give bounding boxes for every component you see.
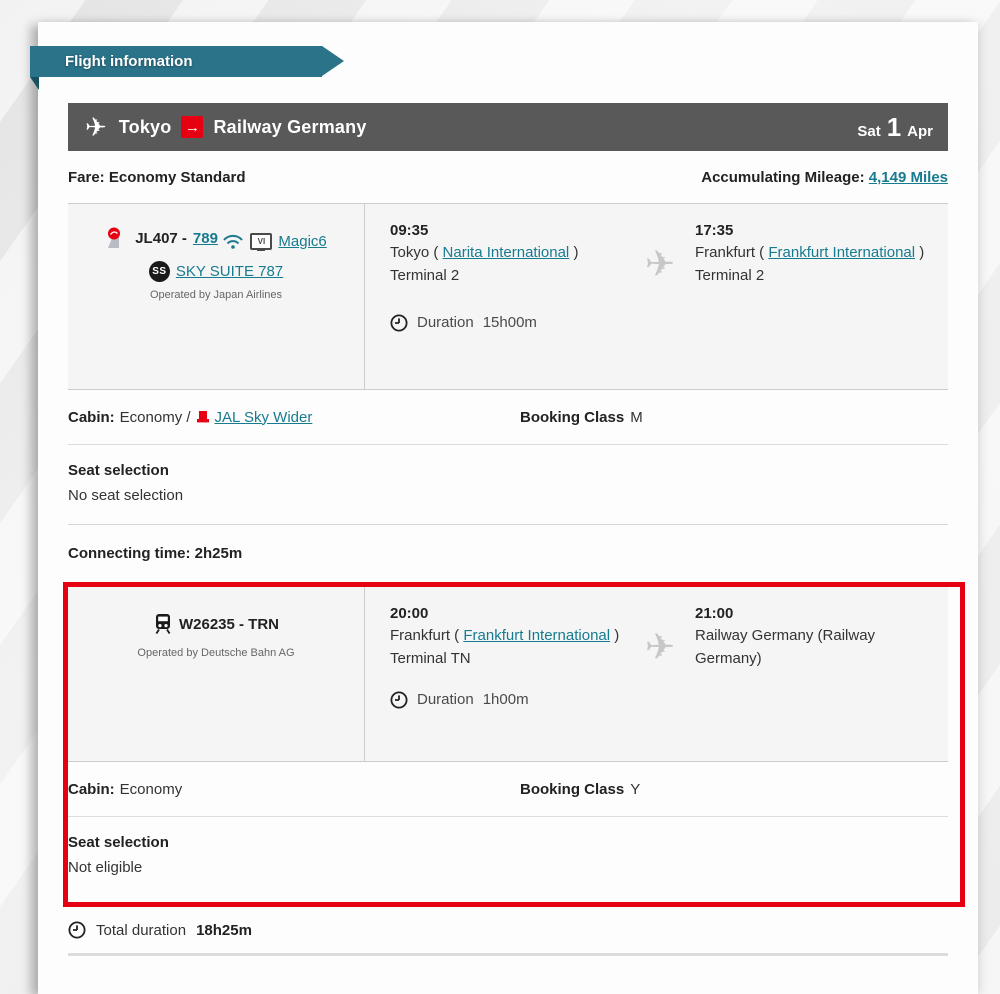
seat-icon xyxy=(196,410,210,424)
segment-train-details: W26235 - TRN Operated by Deutsche Bahn A… xyxy=(68,587,365,761)
seat-selection-value: Not eligible xyxy=(68,859,948,876)
section-title: Flight information xyxy=(65,53,192,70)
arrival-close-paren: ) xyxy=(919,244,924,261)
cabin-row: Cabin: Economy / JAL Sky Wider Booking C… xyxy=(68,390,948,445)
origin-city: Tokyo xyxy=(119,117,172,138)
mileage-info: Accumulating Mileage: 4,149 Miles xyxy=(701,169,948,186)
departure-airport-link[interactable]: Narita International xyxy=(443,244,570,261)
arrival-time: 21:00 xyxy=(695,605,944,622)
seat-selection-label: Seat selection xyxy=(68,462,948,479)
total-duration-value: 18h25m xyxy=(196,922,252,939)
train-icon xyxy=(153,613,173,635)
fare-row: Fare: Economy Standard Accumulating Mile… xyxy=(68,151,948,203)
date-number: 1 xyxy=(887,112,901,143)
section-ribbon: Flight information xyxy=(30,46,322,77)
duration-label: Duration xyxy=(417,314,474,331)
mileage-link[interactable]: 4,149 Miles xyxy=(869,169,948,186)
arrival-terminal: Terminal 2 xyxy=(695,264,944,287)
cabin-label: Cabin: xyxy=(68,781,115,798)
flight-date: Sat 1 Apr xyxy=(857,112,933,143)
arrival-city: Frankfurt ( xyxy=(695,244,764,261)
departure-close-paren: ) xyxy=(614,627,619,644)
departure-city: Tokyo ( xyxy=(390,244,438,261)
duration-value: 15h00m xyxy=(483,314,537,331)
segment-train: W26235 - TRN Operated by Deutsche Bahn A… xyxy=(68,587,948,762)
operated-by: Operated by Japan Airlines xyxy=(76,289,356,301)
operated-by: Operated by Deutsche Bahn AG xyxy=(76,647,356,659)
cabin-value: Economy / xyxy=(120,409,191,426)
flight-number: JL407 - xyxy=(135,230,187,247)
highlighted-segment-box: W26235 - TRN Operated by Deutsche Bahn A… xyxy=(63,582,965,907)
segment-arrival: 17:35 Frankfurt ( Frankfurt Internationa… xyxy=(695,204,948,389)
fare-label: Fare: Economy Standard xyxy=(68,169,246,186)
aircraft-type-link[interactable]: 789 xyxy=(193,230,218,247)
route-header-bar: ✈ Tokyo → Railway Germany Sat 1 Apr xyxy=(68,103,948,151)
train-number: W26235 - TRN xyxy=(179,616,279,633)
booking-class-label: Booking Class xyxy=(520,409,624,426)
transfer-plane-icon: ✈ xyxy=(645,629,675,761)
arrival-time: 17:35 xyxy=(695,222,944,239)
booking-class-value: M xyxy=(630,409,643,426)
seat-selection-row: Seat selection No seat selection xyxy=(68,445,948,525)
clock-icon xyxy=(390,691,408,709)
connecting-time-row: Connecting time: 2h25m xyxy=(68,525,948,582)
cabin-label: Cabin: xyxy=(68,409,115,426)
segment-flight: JL407 - 789 VI Magic6 SS SKY SUITE 787 xyxy=(68,203,948,390)
booking-class-label: Booking Class xyxy=(520,781,624,798)
cabin-row: Cabin: Economy Booking Class Y xyxy=(68,762,948,817)
destination-city: Railway Germany xyxy=(213,117,366,138)
segment-departure: 09:35 Tokyo ( Narita International ) Ter… xyxy=(365,204,625,389)
departure-airport-link[interactable]: Frankfurt International xyxy=(463,627,610,644)
clock-icon xyxy=(390,314,408,332)
arrival-city: Railway Germany (Railway Germany) xyxy=(695,624,933,671)
booking-class-value: Y xyxy=(630,781,640,798)
clock-icon xyxy=(68,921,86,939)
ribbon-arrow-tip xyxy=(322,46,344,76)
video-monitor-icon: VI xyxy=(250,233,272,250)
duration-label: Duration xyxy=(417,691,474,708)
connecting-time-label: Connecting time: 2h25m xyxy=(68,545,242,562)
departure-time: 20:00 xyxy=(390,605,625,622)
duration-value: 1h00m xyxy=(483,691,529,708)
departure-time: 09:35 xyxy=(390,222,625,239)
segment-flight-details: JL407 - 789 VI Magic6 SS SKY SUITE 787 xyxy=(68,204,365,389)
transfer-plane-icon: ✈ xyxy=(645,246,675,389)
entertainment-link[interactable]: Magic6 xyxy=(278,233,326,250)
segment-departure: 20:00 Frankfurt ( Frankfurt Internationa… xyxy=(365,587,625,761)
departure-city: Frankfurt ( xyxy=(390,627,459,644)
route-arrow-icon: → xyxy=(181,116,203,138)
seat-selection-value: No seat selection xyxy=(68,487,948,504)
cabin-value: Economy xyxy=(120,781,183,798)
plane-icon: ✈ xyxy=(85,112,107,143)
arrival-airport-link[interactable]: Frankfurt International xyxy=(768,244,915,261)
total-duration-row: Total duration 18h25m xyxy=(68,907,948,956)
seat-selection-label: Seat selection xyxy=(68,834,948,851)
total-duration-label: Total duration xyxy=(96,922,186,939)
sky-suite-badge-icon: SS xyxy=(149,261,170,282)
flight-information-card: Flight information ✈ Tokyo → Railway Ger… xyxy=(38,22,978,994)
departure-terminal: Terminal 2 xyxy=(390,264,625,287)
departure-close-paren: ) xyxy=(573,244,578,261)
sky-suite-link[interactable]: SKY SUITE 787 xyxy=(176,263,283,280)
segment-arrival: 21:00 Railway Germany (Railway Germany) xyxy=(695,587,948,761)
date-weekday: Sat xyxy=(857,123,880,140)
jal-tail-logo-icon xyxy=(105,226,129,250)
seat-selection-row: Seat selection Not eligible xyxy=(68,817,948,902)
wifi-icon xyxy=(222,233,244,250)
departure-terminal: Terminal TN xyxy=(390,647,625,670)
date-month: Apr xyxy=(907,123,933,140)
mileage-label: Accumulating Mileage: xyxy=(701,169,864,186)
cabin-seat-link[interactable]: JAL Sky Wider xyxy=(215,409,313,426)
